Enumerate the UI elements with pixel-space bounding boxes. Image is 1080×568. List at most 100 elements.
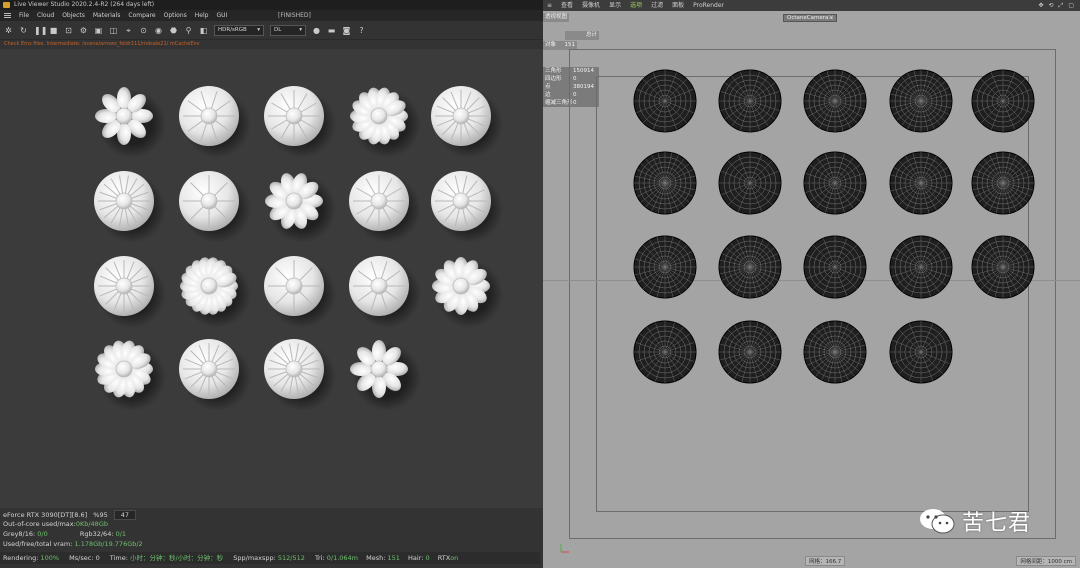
rosette-wireframe	[889, 151, 953, 215]
rosette-render	[264, 86, 336, 158]
rotate-view-icon[interactable]: ⟲	[1048, 0, 1053, 11]
menu-options[interactable]: 选项	[630, 0, 642, 11]
settings-icon[interactable]: ✲	[4, 26, 13, 35]
tri-label: Tri:	[314, 554, 325, 562]
refresh-icon[interactable]: ↻	[19, 26, 28, 35]
gear-icon[interactable]: ⚙	[79, 26, 88, 35]
rosette-render	[179, 171, 251, 243]
rosette-render	[431, 171, 503, 243]
pick-material-icon[interactable]: ⊙	[139, 26, 148, 35]
menu-help[interactable]: Help	[195, 10, 209, 21]
c4d-viewport-canvas[interactable]: OctaneCamera⇲ 透视视图 总计 对象 151 三角形 150914 四…	[543, 11, 1080, 568]
mesh-value: 151	[387, 554, 400, 562]
rosette-wireframe	[971, 151, 1035, 215]
gpu-temp: 47	[113, 510, 137, 520]
menu-view[interactable]: 查看	[561, 0, 573, 11]
region-render-icon[interactable]: ▣	[94, 26, 103, 35]
spp-value: 512/512	[277, 554, 305, 562]
grey-value: 0/0	[37, 530, 48, 538]
spp-label: Spp/maxspp:	[233, 554, 276, 562]
rosette-render	[265, 173, 336, 243]
rosette-wireframe	[633, 235, 697, 299]
menu-gui[interactable]: GUI	[216, 10, 227, 21]
rendering-value: 100%	[40, 554, 60, 562]
menu-filter[interactable]: 过滤	[651, 0, 663, 11]
render-viewport[interactable]	[0, 50, 543, 510]
lock-icon[interactable]: ⊡	[64, 26, 73, 35]
rosette-render	[349, 171, 421, 243]
wireframe-image	[633, 69, 1035, 384]
rosette-render	[180, 257, 251, 328]
rosette-wireframe	[889, 69, 953, 133]
stop-icon[interactable]: ■	[49, 26, 58, 35]
rosette-wireframe	[633, 69, 697, 133]
rosette-render	[264, 256, 336, 328]
rosette-render	[349, 256, 421, 328]
mssec-value: 0	[95, 554, 100, 562]
pick-focus-icon[interactable]: ⌖	[124, 26, 133, 35]
film-region-icon[interactable]: ◫	[109, 26, 118, 35]
chevron-down-icon: ▾	[257, 26, 260, 33]
rosette-wireframe	[971, 235, 1035, 299]
rtx-label: RTX	[437, 554, 451, 562]
pin-icon[interactable]: ⚲	[184, 26, 193, 35]
rosette-render	[94, 171, 166, 243]
time-label: Time:	[109, 554, 128, 562]
live-viewer-menubar: File Cloud Objects Materials Compare Opt…	[0, 10, 543, 21]
grid-scale-label: 网格：166.7	[805, 556, 846, 566]
rgb-value: 0/1	[115, 530, 127, 538]
hair-value: 0	[425, 554, 430, 562]
color-mode-value: HDR/sRGB	[218, 26, 247, 33]
rosette-wireframe	[803, 320, 867, 384]
menu-panel[interactable]: 面板	[672, 0, 684, 11]
menu-prorender[interactable]: ProRender	[693, 0, 724, 11]
gpu-name: eForce RTX 3090[DT][8.6]	[3, 511, 88, 519]
menu-cloud[interactable]: Cloud	[37, 10, 54, 21]
menu-compare[interactable]: Compare	[128, 10, 155, 21]
rosette-render	[350, 340, 421, 411]
rosette-render	[95, 87, 166, 158]
maximize-view-icon[interactable]: ▢	[1068, 0, 1074, 11]
menu-options[interactable]: Options	[164, 10, 187, 21]
status-path: Check Ems files. Intermediate: /scene/ar…	[0, 40, 543, 49]
move-view-icon[interactable]: ✥	[1038, 0, 1043, 11]
hamburger-icon[interactable]	[4, 13, 11, 18]
record-icon[interactable]: ●	[312, 26, 321, 35]
rosette-wireframe	[718, 151, 782, 215]
camera-icon[interactable]: ◧	[199, 26, 208, 35]
rosette-wireframe	[889, 320, 953, 384]
rosette-wireframe	[803, 69, 867, 133]
rosette-render	[179, 86, 251, 158]
mesh-label: Mesh:	[366, 554, 386, 562]
kernel-select[interactable]: DL ▾	[270, 24, 306, 36]
menu-file[interactable]: File	[19, 10, 29, 21]
clay-mode-icon[interactable]: ⬣	[169, 26, 178, 35]
gpu-percent: %95	[93, 511, 108, 519]
zoom-view-icon[interactable]: ⤢	[1059, 0, 1064, 11]
pause-icon[interactable]: ❚❚	[34, 26, 47, 35]
menu-display[interactable]: 显示	[609, 0, 621, 11]
viewport-nav-icons: ✥ ⟲ ⤢ ▢	[1038, 0, 1080, 11]
rosette-render	[179, 339, 251, 411]
mssec-label: Ms/sec:	[69, 554, 94, 562]
menu-cameras[interactable]: 摄像机	[582, 0, 600, 11]
menu-materials[interactable]: Materials	[93, 10, 121, 21]
live-viewer-title: Live Viewer Studio 2020.2.4-R2 (264 days…	[14, 1, 155, 8]
hair-label: Hair:	[407, 554, 424, 562]
help-icon[interactable]: ?	[357, 26, 366, 35]
rosette-wireframe	[889, 235, 953, 299]
video-icon[interactable]: ▬	[327, 26, 336, 35]
live-viewer-titlebar: Live Viewer Studio 2020.2.4-R2 (264 days…	[0, 0, 543, 10]
rosette-wireframe	[803, 235, 867, 299]
vram-label: Used/free/total vram:	[3, 540, 73, 548]
color-mode-select[interactable]: HDR/sRGB ▾	[214, 24, 264, 36]
menu-objects[interactable]: Objects	[62, 10, 85, 21]
snapshot-icon[interactable]: ◙	[342, 26, 351, 35]
screen: Live Viewer Studio 2020.2.4-R2 (264 days…	[0, 0, 1080, 568]
live-viewer-toolbar: ✲ ↻ ❚❚ ■ ⊡ ⚙ ▣ ◫ ⌖ ⊙ ◉ ⬣ ⚲ ◧ HDR/sRGB ▾ D…	[0, 21, 543, 40]
render-status: [FINISHED]	[278, 12, 311, 19]
rtx-value: on	[450, 554, 459, 562]
chevron-down-icon: ▾	[299, 26, 302, 33]
pick-object-icon[interactable]: ◉	[154, 26, 163, 35]
hamburger-icon[interactable]: ≡	[547, 0, 552, 11]
